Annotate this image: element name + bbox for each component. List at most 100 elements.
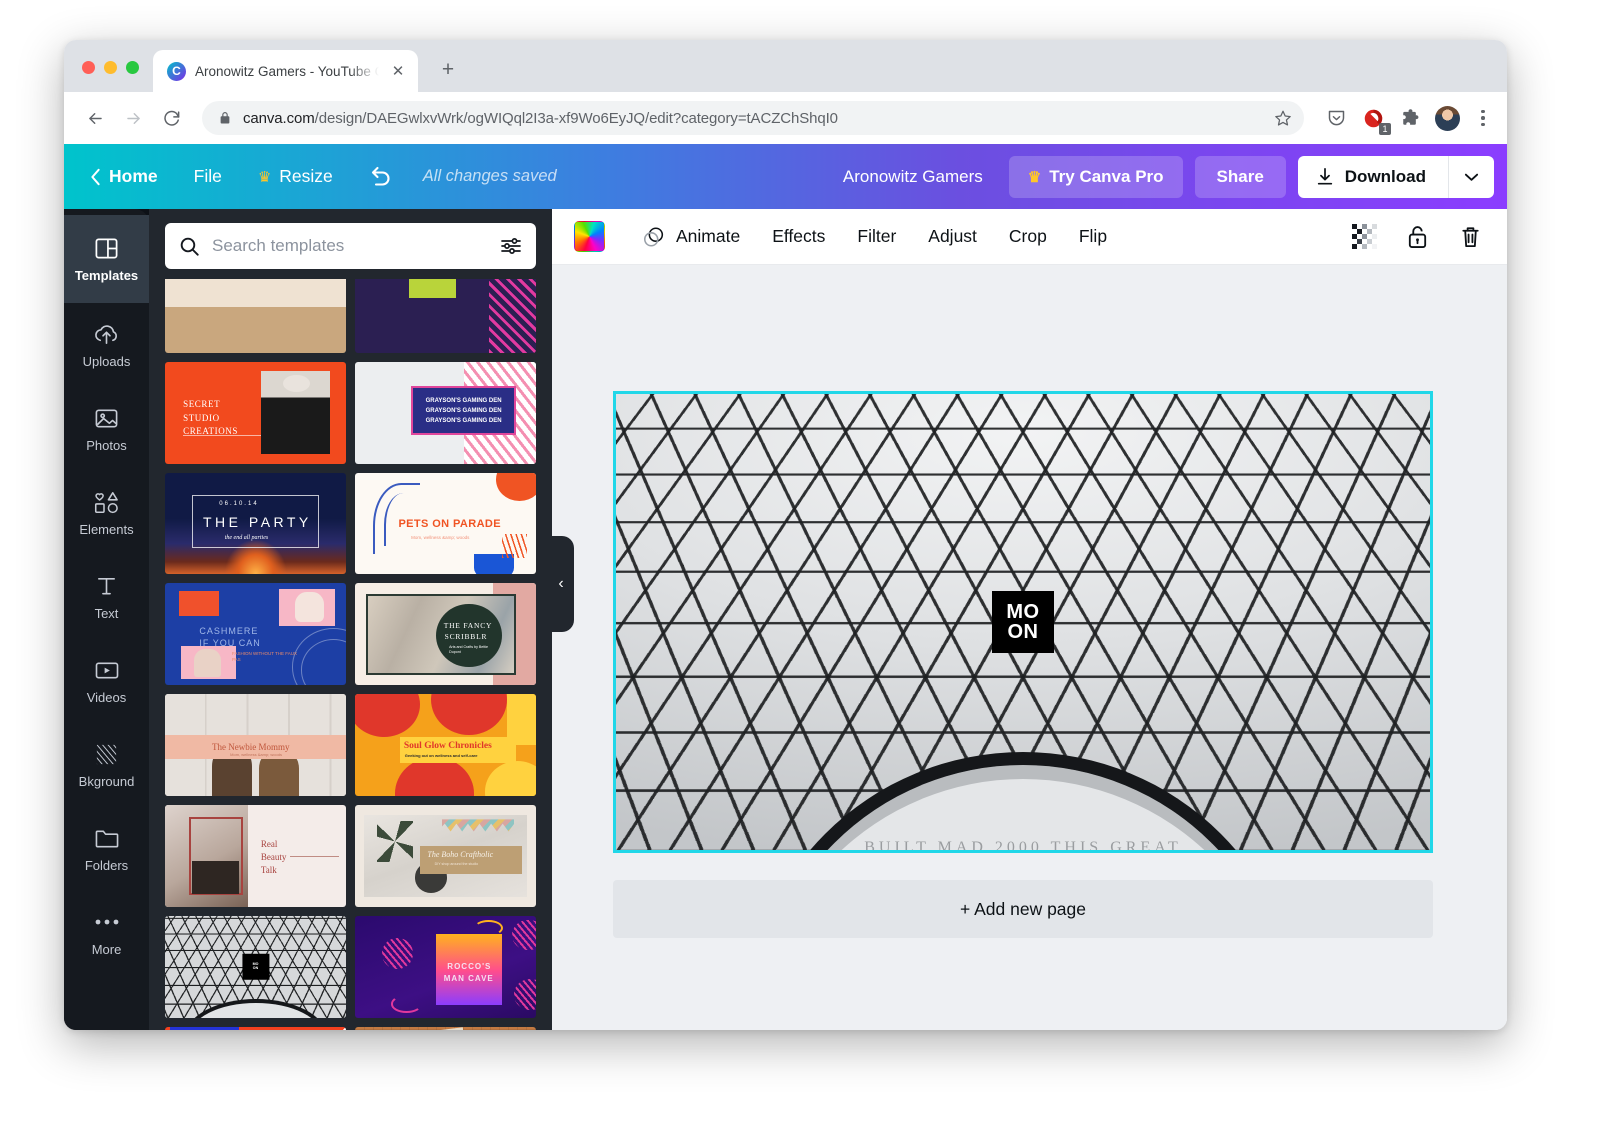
share-button[interactable]: Share bbox=[1195, 156, 1286, 198]
template-card[interactable]: SECRET STUDIO CREATIONS bbox=[165, 362, 346, 464]
template-card[interactable]: GRAYSON'S GAMING DEN GRAYSON'S GAMING DE… bbox=[355, 362, 536, 464]
template-caption: CASHMERE bbox=[199, 625, 258, 637]
undo-button[interactable] bbox=[351, 162, 409, 192]
arch-inscription: BUILT MAD 2000 THIS GREAT bbox=[864, 839, 1182, 853]
home-button[interactable]: Home bbox=[90, 158, 176, 195]
browser-toolbar: canva.com/design/DAEGwlxvWrk/ogWIQql2I3a… bbox=[64, 92, 1507, 144]
browser-window: C Aronowitz Gamers - YouTube C ✕ + canva… bbox=[64, 40, 1507, 1030]
design-title[interactable]: Aronowitz Gamers bbox=[829, 167, 997, 187]
minimize-window-button[interactable] bbox=[104, 61, 117, 74]
sidebar-label: Photos bbox=[86, 438, 126, 453]
adjust-button[interactable]: Adjust bbox=[912, 218, 993, 255]
template-card[interactable]: MO ON bbox=[165, 916, 346, 1018]
add-new-page-button[interactable]: + Add new page bbox=[613, 880, 1433, 938]
search-input[interactable]: Search templates bbox=[212, 236, 488, 256]
sidebar-item-photos[interactable]: Photos bbox=[64, 387, 149, 471]
sliders-icon[interactable] bbox=[500, 236, 522, 256]
design-canvas[interactable]: BUILT MAD 2000 THIS GREAT MO ON bbox=[613, 391, 1433, 853]
template-card[interactable]: Soul Glow Chronicles Geeking out on well… bbox=[355, 694, 536, 796]
template-card[interactable]: THE FANCY SCRIBBLR Arts and Crafts by Be… bbox=[355, 583, 536, 685]
template-card[interactable]: CASHMERE IF YOU CAN FASHION WITHOUT THE … bbox=[165, 583, 346, 685]
url-text: canva.com/design/DAEGwlxvWrk/ogWIQql2I3a… bbox=[243, 110, 1263, 127]
flip-button[interactable]: Flip bbox=[1063, 218, 1123, 255]
sidebar-item-templates[interactable]: Templates bbox=[64, 215, 149, 303]
templates-grid: SECRET STUDIO CREATIONS GRAYSON'S GAMING… bbox=[165, 279, 536, 1030]
template-card[interactable]: 06.10.14 THE PARTY the end all parties bbox=[165, 473, 346, 575]
url-path: /design/DAEGwlxvWrk/ogWIQql2I3a-xf9Wo6Ey… bbox=[315, 110, 838, 127]
template-card[interactable]: The Girly Gourmand Just a girl who loves… bbox=[355, 1027, 536, 1030]
close-window-button[interactable] bbox=[82, 61, 95, 74]
puzzle-extensions-icon[interactable] bbox=[1398, 106, 1422, 130]
add-new-page-label: + Add new page bbox=[960, 899, 1086, 920]
sidebar-item-uploads[interactable]: Uploads bbox=[64, 303, 149, 387]
canvas-stage[interactable]: BUILT MAD 2000 THIS GREAT MO ON + Add ne… bbox=[552, 265, 1507, 1030]
template-caption: Soul Glow Chronicles bbox=[404, 740, 492, 753]
sidebar-item-videos[interactable]: Videos bbox=[64, 639, 149, 723]
adblock-icon[interactable]: 1 bbox=[1361, 106, 1385, 130]
crop-button[interactable]: Crop bbox=[993, 218, 1063, 255]
templates-panel: Search templates SECRET ST bbox=[149, 144, 552, 1030]
maximize-window-button[interactable] bbox=[126, 61, 139, 74]
browser-tab[interactable]: C Aronowitz Gamers - YouTube C ✕ bbox=[153, 50, 418, 92]
try-canva-pro-button[interactable]: ♛ Try Canva Pro bbox=[1009, 156, 1183, 198]
template-caption: Geeking out on wellness and self-care bbox=[405, 753, 478, 758]
sidebar-label: More bbox=[92, 942, 122, 957]
template-card[interactable]: FIND YOUR GLOW SINGLE BY SAMIRA RADIO OU… bbox=[165, 1027, 346, 1030]
sidebar-item-more[interactable]: More bbox=[64, 891, 149, 975]
sidebar-item-background[interactable]: Bkground bbox=[64, 723, 149, 807]
trash-icon[interactable] bbox=[1458, 224, 1483, 250]
file-menu-button[interactable]: File bbox=[176, 158, 240, 195]
template-caption: PETS ON PARADE bbox=[398, 517, 501, 532]
download-button[interactable]: Download bbox=[1298, 156, 1448, 198]
address-bar[interactable]: canva.com/design/DAEGwlxvWrk/ogWIQql2I3a… bbox=[202, 101, 1304, 135]
templates-scroll[interactable]: SECRET STUDIO CREATIONS GRAYSON'S GAMING… bbox=[149, 279, 552, 1030]
effects-button[interactable]: Effects bbox=[756, 218, 841, 255]
template-card[interactable]: The Newbie Mommy Mom, wellness &amp; woo… bbox=[165, 694, 346, 796]
template-card[interactable]: Real Beauty Talk bbox=[165, 805, 346, 907]
template-card[interactable]: PETS ON PARADE Mom, wellness &amp; woods bbox=[355, 473, 536, 575]
template-card[interactable]: ROCCO'S MAN CAVE bbox=[355, 916, 536, 1018]
sidebar-item-text[interactable]: Text bbox=[64, 555, 149, 639]
template-caption: SECRET STUDIO CREATIONS bbox=[183, 398, 238, 439]
template-card[interactable]: The Boho Craftholic DIY shop around the … bbox=[355, 805, 536, 907]
new-tab-button[interactable]: + bbox=[434, 56, 462, 84]
rainbow-swatch[interactable] bbox=[574, 221, 605, 252]
browser-menu-icon[interactable] bbox=[1473, 110, 1493, 127]
left-rail: Templates Uploads Photos bbox=[64, 144, 149, 1030]
sidebar-label: Uploads bbox=[83, 354, 131, 369]
template-caption: THE FANCY bbox=[444, 621, 493, 631]
sidebar-label: Elements bbox=[79, 522, 133, 537]
avatar[interactable] bbox=[1435, 106, 1460, 131]
animate-icon bbox=[642, 225, 666, 249]
transparency-icon[interactable] bbox=[1352, 224, 1377, 249]
template-card[interactable] bbox=[165, 279, 346, 353]
filter-button[interactable]: Filter bbox=[841, 218, 912, 255]
forward-icon[interactable] bbox=[116, 101, 150, 135]
collapse-panel-button[interactable]: ‹ bbox=[548, 536, 574, 632]
bookmark-star-icon[interactable] bbox=[1274, 109, 1292, 127]
resize-button[interactable]: ♛ Resize bbox=[240, 158, 351, 195]
moon-logo-line1: MO bbox=[1006, 602, 1039, 622]
url-domain: canva.com bbox=[243, 110, 315, 127]
try-pro-label: Try Canva Pro bbox=[1049, 167, 1163, 187]
window-controls bbox=[64, 61, 139, 92]
lock-icon[interactable] bbox=[1405, 224, 1430, 250]
pocket-icon[interactable] bbox=[1324, 106, 1348, 130]
canva-top-right: Aronowitz Gamers ♛ Try Canva Pro Share D… bbox=[829, 156, 1494, 198]
search-box[interactable]: Search templates bbox=[165, 223, 536, 269]
download-caret-icon[interactable] bbox=[1448, 156, 1494, 198]
ellipsis-icon bbox=[94, 909, 120, 935]
sidebar-item-folders[interactable]: Folders bbox=[64, 807, 149, 891]
close-icon[interactable]: ✕ bbox=[388, 61, 408, 81]
canva-logo-icon: C bbox=[167, 62, 186, 81]
reload-icon[interactable] bbox=[154, 101, 188, 135]
canva-top-bar: Home File ♛ Resize All changes saved Aro… bbox=[64, 144, 1507, 209]
moon-logo[interactable]: MO ON bbox=[992, 591, 1054, 653]
animate-button[interactable]: Animate bbox=[626, 217, 756, 257]
canva-app: Home File ♛ Resize All changes saved Aro… bbox=[64, 144, 1507, 1030]
hatch-icon bbox=[94, 741, 119, 767]
template-card[interactable] bbox=[355, 279, 536, 353]
back-icon[interactable] bbox=[78, 101, 112, 135]
animate-label: Animate bbox=[676, 226, 740, 247]
sidebar-item-elements[interactable]: Elements bbox=[64, 471, 149, 555]
